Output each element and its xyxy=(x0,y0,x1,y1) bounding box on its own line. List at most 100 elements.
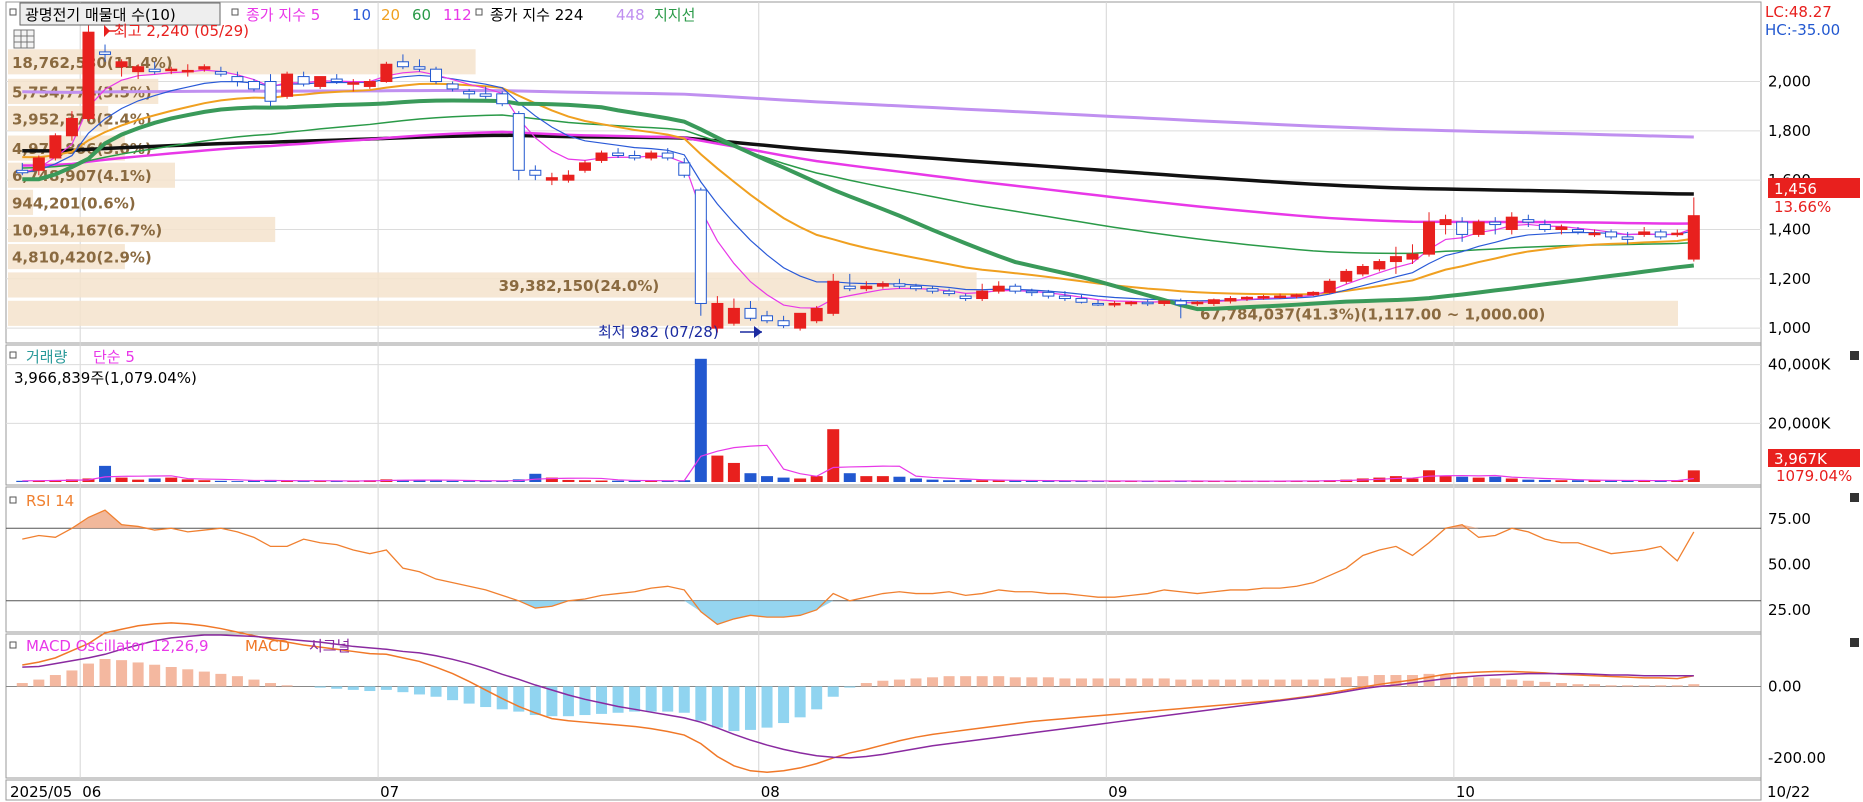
candle-body xyxy=(264,81,277,102)
volume-bar xyxy=(231,481,244,482)
candle-body xyxy=(1224,298,1237,302)
macd-oscillator-bar xyxy=(1340,677,1352,687)
volume-bar xyxy=(1489,476,1502,482)
macd-oscillator-bar xyxy=(49,675,61,687)
date-tick-label: 2025/05 xyxy=(10,783,72,801)
macd-oscillator-bar xyxy=(1191,679,1203,687)
volume-bar xyxy=(99,465,112,482)
macd-oscillator-bar xyxy=(976,676,988,687)
candle-body xyxy=(628,155,641,159)
table-icon[interactable] xyxy=(13,29,35,49)
volume-bar xyxy=(1571,480,1584,482)
candle-body xyxy=(694,189,707,304)
volume-panel[interactable] xyxy=(5,344,1762,486)
volume-bar xyxy=(1538,479,1551,482)
candle-body xyxy=(1671,232,1684,236)
volume-bar xyxy=(132,479,145,482)
candle-body xyxy=(1290,294,1303,297)
candle-body xyxy=(231,76,244,83)
candle-body xyxy=(1307,291,1320,296)
candle-body xyxy=(893,283,906,287)
candle-body xyxy=(1257,296,1270,299)
macd-oscillator-bar xyxy=(1158,678,1170,687)
candle-body xyxy=(281,73,294,97)
macd-oscillator-bar xyxy=(629,686,641,712)
current-price: 1,456 xyxy=(1774,180,1817,198)
close-panel-icon[interactable] xyxy=(1850,351,1859,360)
macd-oscillator-bar xyxy=(1241,679,1253,687)
macd-oscillator-bar xyxy=(1026,677,1038,687)
macd-oscillator-bar xyxy=(1506,679,1518,687)
macd-oscillator-bar xyxy=(198,671,210,687)
macd-panel[interactable] xyxy=(5,633,1762,779)
candle-body xyxy=(463,90,476,95)
candle-body xyxy=(214,71,227,75)
macd-oscillator-bar xyxy=(662,686,674,712)
candle-body xyxy=(1621,236,1634,240)
candle-body xyxy=(1009,285,1022,292)
candle-body xyxy=(1605,231,1618,238)
macd-oscillator-bar xyxy=(182,669,194,687)
macd-oscillator-bar xyxy=(1555,683,1567,687)
candle-body xyxy=(578,162,591,171)
date-tick-label: 10/22 xyxy=(1767,783,1810,801)
macd-oscillator-bar xyxy=(1638,685,1650,687)
macd-oscillator-bar xyxy=(596,686,608,714)
candle-body xyxy=(198,66,211,70)
volume-bar xyxy=(1687,470,1700,482)
candle-body xyxy=(32,157,45,171)
price-tick-label: 1,800 xyxy=(1768,122,1811,140)
stock-chart[interactable]: 18,762,530(11.4%)5,754,774(3.5%)3,952,37… xyxy=(0,0,1863,802)
volume-profile-label: 944,201(0.6%) xyxy=(12,194,136,212)
macd-oscillator-bar xyxy=(827,686,839,697)
macd-oscillator-bar xyxy=(231,676,243,687)
macd-oscillator-bar xyxy=(463,686,475,704)
macd-oscillator-bar xyxy=(728,686,740,732)
candle-body xyxy=(562,174,575,181)
macd-oscillator-bar xyxy=(1291,679,1303,687)
signal-label: 시그널 xyxy=(309,637,350,655)
candle-body xyxy=(1042,291,1055,297)
volume-bar xyxy=(214,480,227,482)
macd-oscillator-bar xyxy=(165,667,177,687)
macd-oscillator-bar xyxy=(877,680,889,687)
macd-oscillator-bar xyxy=(562,686,574,717)
macd-oscillator-bar xyxy=(1688,684,1700,687)
macd-oscillator-bar xyxy=(1605,685,1617,687)
rsi-tick-label: 50.00 xyxy=(1768,556,1811,574)
volume-bar xyxy=(595,480,608,482)
macd-oscillator-bar xyxy=(397,686,409,693)
rsi-panel[interactable] xyxy=(5,486,1762,633)
candle-body xyxy=(1687,215,1700,260)
candle-body xyxy=(645,152,658,159)
legend-support: 지지선 xyxy=(654,6,695,24)
legend-ma60: 60 xyxy=(412,6,431,24)
macd-oscillator-bar xyxy=(1671,685,1683,687)
close-panel-icon[interactable] xyxy=(1850,638,1859,647)
macd-oscillator-bar xyxy=(248,679,260,687)
macd-oscillator-bar xyxy=(1125,678,1137,687)
candle-body xyxy=(1638,231,1651,235)
volume-bar xyxy=(198,480,211,482)
volume-bar xyxy=(909,478,922,482)
rsi-tick-label: 25.00 xyxy=(1768,601,1811,619)
macd-oscillator-bar xyxy=(645,686,657,712)
rsi-title: RSI 14 xyxy=(26,492,74,510)
candle-body xyxy=(446,83,459,90)
candle-body xyxy=(430,68,443,83)
volume-bar xyxy=(1406,478,1419,482)
candle-body xyxy=(992,285,1005,292)
candle-body xyxy=(959,295,972,300)
candle-body xyxy=(827,280,840,314)
date-tick-label: 09 xyxy=(1108,783,1127,801)
candle-body xyxy=(181,69,194,73)
close-panel-icon[interactable] xyxy=(1850,493,1859,502)
candle-body xyxy=(529,169,542,176)
candle-body xyxy=(1174,300,1187,306)
candle-body xyxy=(1240,296,1253,300)
volume-tag-value: 3,967K xyxy=(1774,450,1828,468)
candle-body xyxy=(1191,301,1204,305)
candle-body xyxy=(744,307,757,319)
volume-bar xyxy=(1522,479,1535,482)
candle-body xyxy=(926,288,939,292)
